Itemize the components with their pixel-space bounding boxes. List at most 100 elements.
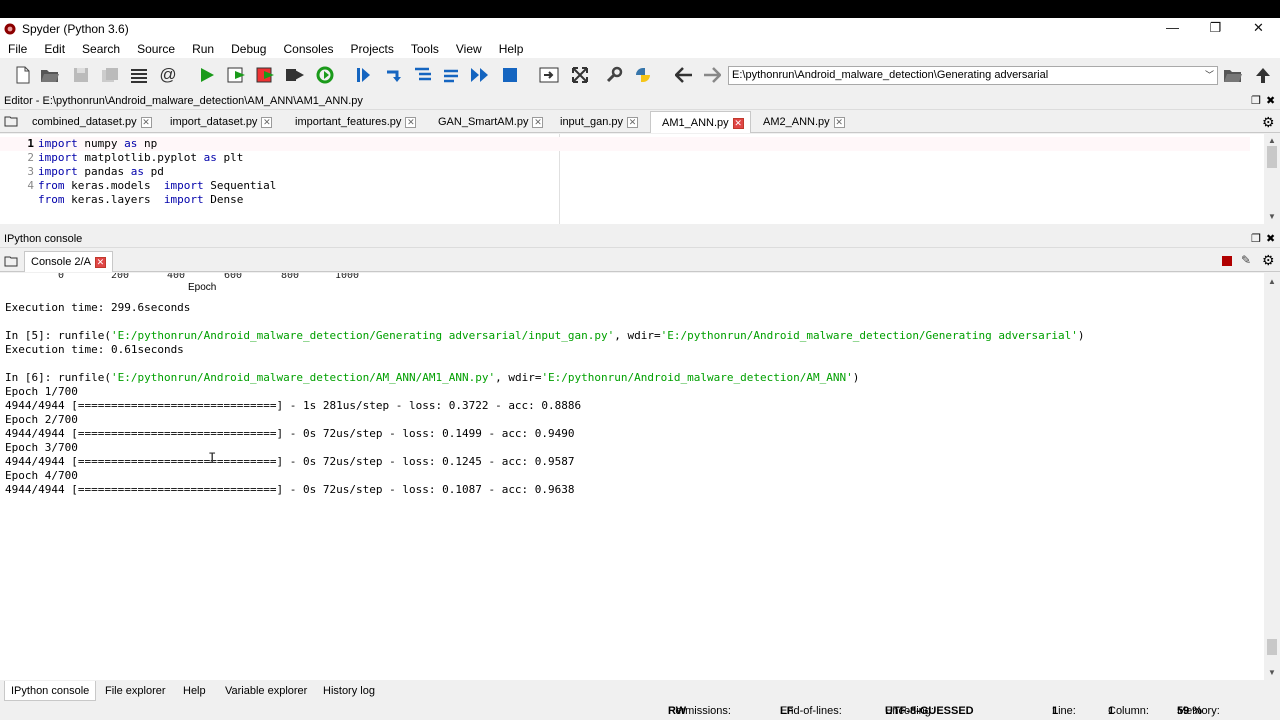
step-return-icon[interactable] [441, 64, 463, 86]
close-tab-icon[interactable]: ✕ [261, 116, 273, 128]
stop-kernel-icon[interactable] [1222, 256, 1232, 266]
console-text: ) [852, 371, 860, 384]
gear-icon[interactable]: ⚙ [1262, 252, 1275, 269]
stop-debug-icon[interactable] [499, 64, 521, 86]
tab-am2-ann[interactable]: AM2_ANN.py ✕ [763, 111, 845, 133]
plot-tick-label: 0 [58, 273, 65, 281]
close-pane-icon[interactable]: ✖ [1266, 92, 1275, 110]
console-text: Epoch 1/700 [5, 385, 78, 398]
undock-icon[interactable]: ❐ [1251, 230, 1261, 248]
tab-ipython-console[interactable]: IPython console [4, 681, 97, 701]
run-cell-advance-icon[interactable] [255, 64, 277, 86]
editor-scrollbar[interactable]: ▲ ▼ [1264, 134, 1280, 224]
step-into-icon[interactable] [412, 64, 434, 86]
tab-combined-dataset[interactable]: combined_dataset.py ✕ [32, 111, 152, 133]
tab-input-gan[interactable]: input_gan.py ✕ [560, 111, 638, 133]
save-all-icon[interactable] [99, 64, 121, 86]
code-token: import [157, 179, 204, 192]
code-token: as [196, 151, 217, 164]
text-cursor-icon: I [208, 451, 217, 467]
close-tab-icon[interactable]: ✕ [627, 116, 638, 128]
close-tab-icon[interactable]: ✕ [405, 116, 417, 128]
clear-console-icon[interactable]: ✎ [1241, 253, 1251, 267]
console-line: Epoch 3/700 [5, 441, 78, 455]
open-file-icon[interactable] [39, 64, 61, 86]
close-tab-icon[interactable]: ✕ [833, 116, 845, 128]
ipython-console-output[interactable]: 0 200 400 600 800 1000 Epoch Execution time: … [0, 273, 1264, 680]
working-directory-input[interactable]: E:\pythonrun\Android_malware_detection\G… [728, 66, 1218, 85]
menu-consoles[interactable]: Consoles [275, 42, 342, 56]
toolbar: @ E:\pythonrun\Android_malware_detection… [0, 59, 1280, 91]
new-file-icon[interactable] [12, 64, 34, 86]
spyder-window: Spyder (Python 3.6) — ❐ ✕ File Edit Sear… [0, 18, 1280, 720]
chevron-down-icon[interactable]: ﹀ [1205, 67, 1214, 84]
minimize-button[interactable]: — [1151, 18, 1194, 40]
tab-history-log[interactable]: History log [317, 681, 381, 701]
console-text: Execution time: 299.6seconds [5, 301, 191, 314]
close-pane-icon[interactable]: ✖ [1266, 230, 1275, 248]
code-line[interactable]: 3 import pandas as pd [0, 165, 163, 179]
menu-run[interactable]: Run [184, 42, 223, 56]
code-token: np [137, 137, 158, 150]
menu-view[interactable]: View [448, 42, 491, 56]
debug-icon[interactable] [352, 64, 374, 86]
parent-directory-icon[interactable] [1252, 64, 1274, 86]
tab-variable-explorer[interactable]: Variable explorer [219, 681, 313, 701]
tab-import-dataset[interactable]: import_dataset.py ✕ [170, 111, 273, 133]
code-line[interactable]: 2 import matplotlib.pyplot as plt [0, 151, 243, 165]
run-cell-icon[interactable] [226, 64, 248, 86]
forward-arrow-icon[interactable] [701, 64, 723, 86]
menu-file[interactable]: File [0, 42, 36, 56]
browse-tabs-icon[interactable] [4, 115, 18, 130]
restore-button[interactable]: ❐ [1194, 18, 1237, 40]
python-path-icon[interactable] [632, 64, 654, 86]
step-icon[interactable] [382, 64, 404, 86]
plot-tick-label: 800 [281, 273, 300, 281]
tab-console-2a[interactable]: Console 2/A ✕ [24, 251, 113, 272]
close-window-button[interactable]: ✕ [1237, 18, 1280, 40]
console-scrollbar[interactable]: ▲ ▼ [1264, 273, 1280, 680]
tab-help[interactable]: Help [177, 681, 212, 701]
code-token: from [38, 193, 65, 206]
console-line: 4944/4944 [=============================… [5, 427, 575, 441]
menu-edit[interactable]: Edit [36, 42, 74, 56]
preferences-wrench-icon[interactable] [603, 64, 625, 86]
fullscreen-icon[interactable] [569, 64, 591, 86]
console-tab-bar: Console 2/A ✕ ✎ ⚙ [0, 250, 1280, 272]
tab-gan-smartam[interactable]: GAN_SmartAM.py ✕ [438, 111, 544, 133]
menu-debug[interactable]: Debug [223, 42, 275, 56]
menu-projects[interactable]: Projects [343, 42, 403, 56]
code-token: pandas [77, 165, 125, 178]
menu-source[interactable]: Source [129, 42, 184, 56]
close-tab-icon[interactable]: ✕ [532, 116, 544, 128]
back-arrow-icon[interactable] [673, 64, 695, 86]
browse-tabs-icon[interactable] [4, 255, 18, 270]
code-line[interactable]: from keras.layers import Dense [0, 193, 243, 207]
plot-xlabel: Epoch [188, 282, 217, 293]
tab-file-explorer[interactable]: File explorer [99, 681, 172, 701]
close-tab-icon[interactable]: ✕ [140, 116, 152, 128]
undock-icon[interactable]: ❐ [1251, 92, 1261, 110]
rerun-icon[interactable] [314, 64, 336, 86]
file-list-icon[interactable] [128, 64, 150, 86]
line-label: Line: [1052, 705, 1076, 717]
save-icon[interactable] [70, 64, 92, 86]
close-tab-icon[interactable]: ✕ [732, 117, 744, 129]
code-line[interactable]: 1 import numpy as np [0, 137, 1250, 151]
code-line[interactable]: 4 from keras.models import Sequential [0, 179, 276, 193]
at-symbol-icon[interactable]: @ [157, 64, 179, 86]
console-text: , wdir= [614, 329, 661, 342]
tab-important-features[interactable]: important_features.py ✕ [295, 111, 417, 133]
menu-search[interactable]: Search [74, 42, 129, 56]
continue-icon[interactable] [469, 64, 491, 86]
menu-tools[interactable]: Tools [403, 42, 448, 56]
gear-icon[interactable]: ⚙ [1262, 114, 1275, 131]
close-tab-icon[interactable]: ✕ [94, 256, 106, 268]
browse-folder-icon[interactable] [1222, 64, 1244, 86]
run-selection-icon[interactable] [284, 64, 306, 86]
run-icon[interactable] [196, 64, 218, 86]
tab-am1-ann[interactable]: AM1_ANN.py ✕ [650, 111, 751, 133]
maximize-pane-icon[interactable] [538, 64, 560, 86]
code-editor[interactable]: 1 import numpy as np 2 import matplotlib.py… [0, 134, 1264, 224]
menu-help[interactable]: Help [491, 42, 533, 56]
